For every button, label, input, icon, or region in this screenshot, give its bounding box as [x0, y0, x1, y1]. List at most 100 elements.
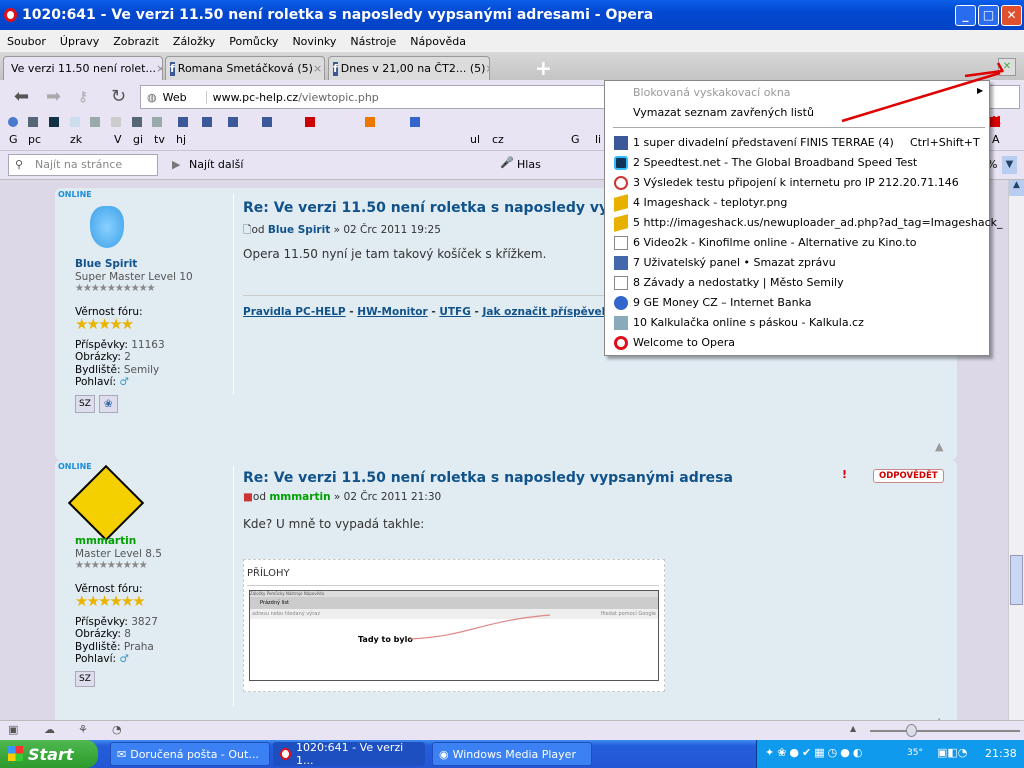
find-input[interactable]: ⚲ Najít na stránce	[8, 154, 158, 176]
scrollbar-thumb[interactable]	[1010, 555, 1023, 605]
post-author[interactable]: mmmartin	[269, 491, 330, 503]
bookmark-icon[interactable]	[111, 117, 121, 127]
bookmark-label[interactable]: ul	[470, 133, 480, 146]
closed-tab-item[interactable]: 2 Speedtest.net - The Global Broadband S…	[633, 156, 917, 169]
cloud-icon[interactable]: ☁	[44, 723, 55, 736]
start-button[interactable]: Start	[0, 740, 98, 768]
zoom-slider[interactable]	[870, 730, 1020, 732]
report-button[interactable]: !	[842, 468, 847, 481]
tray-icons[interactable]: ▣◧◔	[937, 746, 967, 759]
facebook-icon[interactable]	[202, 117, 212, 127]
bookmark-icon[interactable]	[365, 117, 375, 127]
menu-zobrazit[interactable]: Zobrazit	[106, 35, 166, 48]
bookmark-label[interactable]: tv	[154, 133, 165, 146]
bookmark-icon[interactable]	[70, 117, 80, 127]
tab-close-button[interactable]: ×	[485, 62, 489, 75]
bookmark-icon[interactable]	[410, 117, 420, 127]
find-next-button[interactable]: Najít další	[189, 158, 243, 171]
username[interactable]: Blue Spirit	[75, 258, 193, 271]
bookmark-icon[interactable]	[132, 117, 142, 127]
menu-item-blocked-popups[interactable]: Blokovaná vyskakovací okna	[633, 86, 791, 99]
tab-close-button[interactable]: ×	[313, 62, 322, 75]
bookmark-icon[interactable]	[152, 117, 162, 127]
closed-tab-item[interactable]: 5 http://imageshack.us/newuploader_ad.ph…	[633, 216, 1003, 229]
private-message-button[interactable]: SZ	[75, 670, 95, 687]
post-title[interactable]: Re: Ve verzi 11.50 není roletka s naposl…	[243, 470, 733, 486]
bookmark-label[interactable]: gi	[133, 133, 143, 146]
back-icon[interactable]: ⬅	[14, 86, 29, 107]
menu-napoveda[interactable]: Nápověda	[403, 35, 473, 48]
vertical-scrollbar[interactable]: ▲	[1008, 180, 1024, 720]
menu-nastroje[interactable]: Nástroje	[343, 35, 403, 48]
tab-facebook-dnes[interactable]: f Dnes v 21,00 na ČT2... (5) ×	[328, 56, 490, 80]
zoom-up-icon[interactable]: ▲	[850, 724, 856, 733]
closed-tab-item[interactable]: 8 Závady a nedostatky | Město Semily	[633, 276, 844, 289]
username[interactable]: mmmartin	[75, 535, 162, 548]
taskbar-item-outlook[interactable]: ✉ Doručená pošta - Out...	[110, 742, 270, 766]
facebook-icon[interactable]	[178, 117, 188, 127]
bookmark-icon[interactable]	[90, 117, 100, 127]
new-tab-button[interactable]: +	[535, 56, 552, 80]
zoom-slider-handle[interactable]	[906, 724, 917, 737]
bookmark-icon[interactable]	[28, 117, 38, 127]
zoom-dropdown-button[interactable]: ▼	[1002, 156, 1017, 174]
close-button[interactable]: ✕	[1001, 5, 1022, 26]
taskbar-item-opera[interactable]: 1020:641 - Ve verzi 1...	[273, 741, 425, 767]
closed-tabs-trash-button[interactable]: ✕	[998, 58, 1016, 76]
menu-upravy[interactable]: Úpravy	[53, 35, 106, 48]
bookmark-label[interactable]: A	[992, 133, 1000, 146]
closed-tab-item[interactable]: 4 Imageshack - teplotyr.png	[633, 196, 787, 209]
bookmark-icon[interactable]	[49, 117, 59, 127]
clock[interactable]: 21:38	[985, 747, 1017, 760]
bookmark-label[interactable]: K	[992, 114, 1001, 127]
unite-icon[interactable]: ⚘	[78, 723, 88, 736]
bookmark-icon[interactable]	[8, 117, 18, 127]
tab-forum[interactable]: Ve verzi 11.50 není rolet... ×	[3, 56, 163, 80]
menu-pomucky[interactable]: Pomůcky	[222, 35, 285, 48]
key-icon[interactable]: ⚷	[78, 89, 88, 105]
maximize-button[interactable]: □	[978, 5, 999, 26]
menu-novinky[interactable]: Novinky	[285, 35, 343, 48]
bookmark-icon[interactable]	[305, 117, 315, 127]
menu-zalozky[interactable]: Záložky	[166, 35, 222, 48]
minimize-button[interactable]: _	[955, 5, 976, 26]
sig-link-utfg[interactable]: UTFG	[439, 306, 470, 318]
turbo-icon[interactable]: ◔	[112, 723, 122, 736]
bookmark-label[interactable]: G	[9, 133, 18, 146]
attachment-image[interactable]: Záložky Pomůcky Nástroje Nápověda Prázdn…	[249, 590, 659, 681]
bookmark-label[interactable]: hj	[176, 133, 186, 146]
back-to-top-icon[interactable]: ▲	[935, 440, 943, 453]
panel-toggle-icon[interactable]: ▣	[8, 723, 18, 736]
bookmark-label[interactable]: zk	[70, 133, 82, 146]
private-message-button[interactable]: SZ	[75, 394, 95, 413]
sig-link-rules[interactable]: Pravidla PC-HELP	[243, 306, 346, 318]
closed-tab-item[interactable]: Welcome to Opera	[633, 336, 735, 349]
closed-tab-item[interactable]: 3 Výsledek testu připojení k internetu p…	[633, 176, 959, 189]
facebook-icon[interactable]	[262, 117, 272, 127]
forward-icon[interactable]: ➡	[46, 86, 61, 107]
closed-tab-item[interactable]: 1 super divadelní představení FINIS TERR…	[633, 136, 894, 149]
closed-tab-item[interactable]: 9 GE Money CZ – Internet Banka	[633, 296, 812, 309]
facebook-icon[interactable]	[228, 117, 238, 127]
taskbar-item-media-player[interactable]: ◉ Windows Media Player	[432, 742, 592, 766]
closed-tab-item[interactable]: 7 Uživatelský panel • Smazat zprávu	[633, 256, 836, 269]
menu-item-clear-closed[interactable]: Vymazat seznam zavřených listů	[633, 106, 814, 119]
scroll-up-button[interactable]: ▲	[1009, 180, 1024, 196]
bookmark-label[interactable]: V	[114, 133, 122, 146]
bookmark-label[interactable]: G	[571, 133, 580, 146]
reload-icon[interactable]: ↻	[111, 86, 126, 107]
weather-temp[interactable]: 35°	[907, 748, 923, 758]
sig-link-hw-monitor[interactable]: HW-Monitor	[357, 306, 427, 318]
closed-tab-item[interactable]: 10 Kalkulačka online s páskou - Kalkula.…	[633, 316, 864, 329]
voice-button[interactable]: Hlas	[517, 158, 541, 171]
tab-close-button[interactable]: ×	[156, 62, 162, 75]
post-author[interactable]: Blue Spirit	[268, 224, 330, 236]
reply-button[interactable]: ODPOVĚDĚT	[873, 469, 944, 483]
menu-soubor[interactable]: Soubor	[0, 35, 53, 48]
bookmark-label[interactable]: cz	[492, 133, 504, 146]
bookmark-label[interactable]: pc	[28, 133, 41, 146]
closed-tab-item[interactable]: 6 Video2k - Kinofilme online - Alternati…	[633, 236, 917, 249]
tab-facebook-romana[interactable]: f Romana Smetáčková (5) ×	[165, 56, 325, 80]
bookmark-label[interactable]: li	[595, 133, 601, 146]
tray-icons[interactable]: ✦❀●✔▦◷●◐	[765, 746, 865, 759]
